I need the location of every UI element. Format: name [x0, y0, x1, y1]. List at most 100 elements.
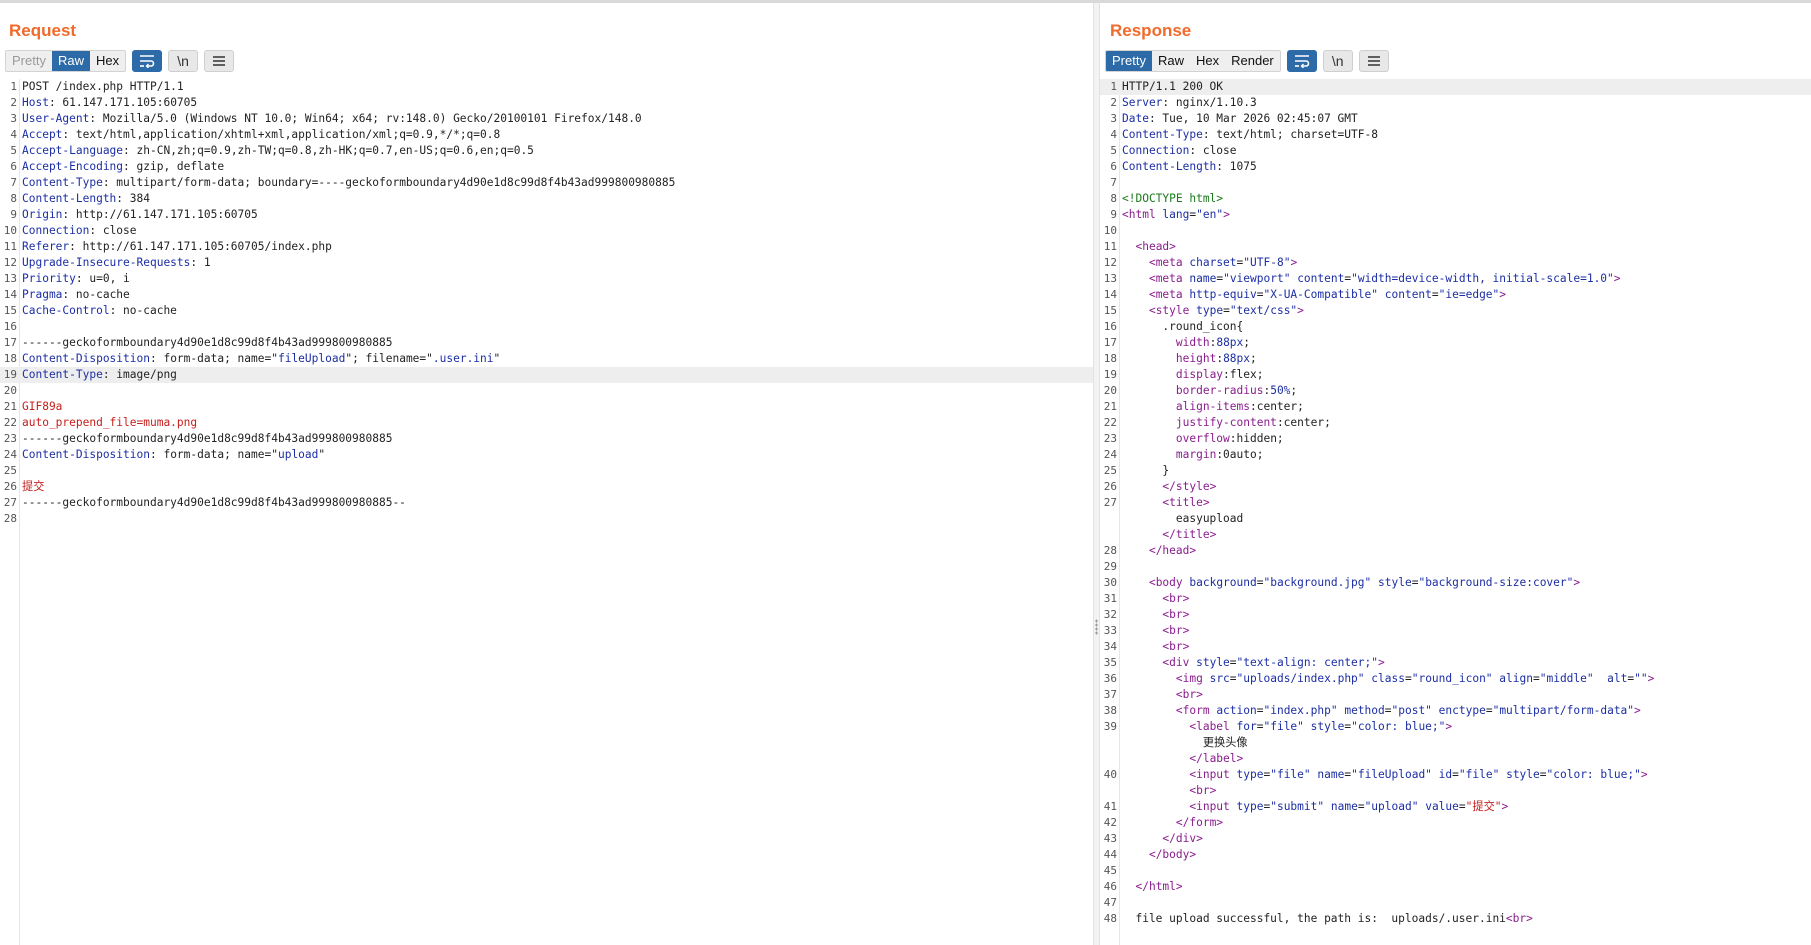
request-line[interactable]: 15 Cache-Control: no-cache — [0, 303, 1093, 319]
response-wrap-toggle[interactable] — [1286, 50, 1317, 72]
request-line[interactable]: 16 — [0, 319, 1093, 335]
request-line[interactable]: 24 Content-Disposition: form-data; name="… — [0, 447, 1093, 463]
response-line[interactable]: 17 width:88px; — [1100, 335, 1811, 351]
request-menu-button[interactable] — [204, 50, 235, 72]
response-line[interactable]: 11 <head> — [1100, 239, 1811, 255]
response-line[interactable]: 10 — [1100, 223, 1811, 239]
response-tab-raw[interactable]: Raw — [1151, 51, 1190, 71]
response-line[interactable]: 35 <div style="text-align: center;"> — [1100, 655, 1811, 671]
response-editor[interactable]: 1 HTTP/1.1 200 OK 2 Server: nginx/1.10.3 3 Da… — [1100, 79, 1811, 945]
response-line[interactable]: 34 <br> — [1100, 639, 1811, 655]
response-line[interactable]: 33 <br> — [1100, 623, 1811, 639]
request-tab-pretty[interactable]: Pretty — [6, 51, 52, 71]
response-line[interactable]: 41 <input type="submit" name="upload" va… — [1100, 799, 1811, 815]
response-line[interactable]: 6 Content-Length: 1075 — [1100, 159, 1811, 175]
response-line[interactable]: 40 <input type="file" name="fileUpload" … — [1100, 767, 1811, 783]
response-line[interactable]: 23 overflow:hidden; — [1100, 431, 1811, 447]
response-line[interactable]: 39 <label for="file" style="color: blue;… — [1100, 719, 1811, 735]
response-line[interactable]: 38 <form action="index.php" method="post… — [1100, 703, 1811, 719]
response-line[interactable]: 18 height:88px; — [1100, 351, 1811, 367]
response-line[interactable]: </title> — [1100, 527, 1811, 543]
request-line[interactable]: 21 GIF89a — [0, 399, 1093, 415]
response-line[interactable]: 43 </div> — [1100, 831, 1811, 847]
response-line[interactable]: 14 <meta http-equiv = "X-UA-Compatible" co… — [1100, 287, 1811, 303]
request-line[interactable]: 27 ------geckoformboundary4d90e1d8c99d8f4… — [0, 495, 1093, 511]
response-line[interactable]: 2 Server: nginx/1.10.3 — [1100, 95, 1811, 111]
response-line[interactable]: 28 </head> — [1100, 543, 1811, 559]
request-line[interactable]: 7 Content-Type: multipart/form-data; boun… — [0, 175, 1093, 191]
response-menu-button[interactable] — [1358, 50, 1389, 72]
response-line[interactable]: <br> — [1100, 783, 1811, 799]
request-line[interactable]: 11 Referer: http://61.147.171.105:60705/i… — [0, 239, 1093, 255]
response-line[interactable]: 42 </form> — [1100, 815, 1811, 831]
response-pane: Response Pretty Raw Hex Render \n 1 HTTP/… — [1100, 3, 1811, 945]
response-line[interactable]: 44 </body> — [1100, 847, 1811, 863]
pane-splitter[interactable] — [1093, 3, 1100, 945]
response-line[interactable]: 27 <title> — [1100, 495, 1811, 511]
request-line[interactable]: 23 ------geckoformboundary4d90e1d8c99d8f4… — [0, 431, 1093, 447]
request-line[interactable]: 14 Pragma: no-cache — [0, 287, 1093, 303]
request-line[interactable]: 9 Origin: http://61.147.171.105:60705 — [0, 207, 1093, 223]
request-line[interactable]: 25 — [0, 463, 1093, 479]
response-line[interactable]: 3 Date: Tue, 10 Mar 2026 02:45:07 GMT — [1100, 111, 1811, 127]
request-line[interactable]: 8 Content-Length: 384 — [0, 191, 1093, 207]
response-line[interactable]: 19 display:flex; — [1100, 367, 1811, 383]
response-line[interactable]: 48 file upload successful, the path is: … — [1100, 911, 1811, 927]
response-line[interactable]: 9 <html lang="en"> — [1100, 207, 1811, 223]
response-line[interactable]: 8 <!DOCTYPE html> — [1100, 191, 1811, 207]
response-line[interactable]: 22 justify-content:center; — [1100, 415, 1811, 431]
request-line[interactable]: 5 Accept-Language: zh-CN,zh;q=0.9,zh-TW;q… — [0, 143, 1093, 159]
response-line[interactable]: 32 <br> — [1100, 607, 1811, 623]
response-line[interactable]: 47 — [1100, 895, 1811, 911]
request-line[interactable]: 4 Accept: text/html,application/xhtml+xml… — [0, 127, 1093, 143]
response-line[interactable]: 4 Content-Type: text/html; charset=UTF-8 — [1100, 127, 1811, 143]
response-line[interactable]: 26 </style> — [1100, 479, 1811, 495]
response-tab-render[interactable]: Render — [1225, 51, 1280, 71]
request-tab-hex[interactable]: Hex — [89, 51, 126, 71]
request-line[interactable]: 28 — [0, 511, 1093, 527]
request-line[interactable]: 3 User-Agent: Mozilla/5.0 (Windows NT 10.… — [0, 111, 1093, 127]
request-editor[interactable]: 1 POST /index.php HTTP/1.1 2 Host: 61.147.1… — [0, 79, 1093, 945]
request-line[interactable]: 1 POST /index.php HTTP/1.1 — [0, 79, 1093, 95]
request-tab-raw[interactable]: Raw — [51, 51, 90, 71]
response-line[interactable]: 46 </html> — [1100, 879, 1811, 895]
request-newline-toggle[interactable]: \n — [168, 50, 199, 72]
response-line[interactable]: 更换头像 — [1100, 735, 1811, 751]
request-line[interactable]: 13 Priority: u=0, i — [0, 271, 1093, 287]
response-line[interactable]: 25 } — [1100, 463, 1811, 479]
splitter-grip-icon[interactable] — [1095, 619, 1098, 635]
request-line[interactable]: 17 ------geckoformboundary4d90e1d8c99d8f4… — [0, 335, 1093, 351]
request-line[interactable]: 12 Upgrade-Insecure-Requests: 1 — [0, 255, 1093, 271]
request-line[interactable]: 19 Content-Type: image/png — [0, 367, 1093, 383]
request-line[interactable]: 6 Accept-Encoding: gzip, deflate — [0, 159, 1093, 175]
response-line[interactable]: 24 margin:0auto; — [1100, 447, 1811, 463]
response-tab-pretty[interactable]: Pretty — [1106, 51, 1152, 71]
response-line[interactable]: 45 — [1100, 863, 1811, 879]
response-line[interactable]: 21 align-items:center; — [1100, 399, 1811, 415]
request-line[interactable]: 18 Content-Disposition: form-data; name="… — [0, 351, 1093, 367]
response-tab-hex[interactable]: Hex — [1189, 51, 1226, 71]
response-line[interactable]: 5 Connection: close — [1100, 143, 1811, 159]
response-line[interactable]: 13 <meta name="viewport" content="width=… — [1100, 271, 1811, 287]
response-line[interactable]: 29 — [1100, 559, 1811, 575]
response-line[interactable]: 31 <br> — [1100, 591, 1811, 607]
response-line[interactable]: 30 <body background="background.jpg" sty… — [1100, 575, 1811, 591]
line-number: 28 — [1103, 544, 1117, 557]
response-line[interactable]: 1 HTTP/1.1 200 OK — [1100, 79, 1811, 95]
response-line[interactable]: </label> — [1100, 751, 1811, 767]
response-line[interactable]: 20 border-radius:50%; — [1100, 383, 1811, 399]
response-line[interactable]: easyupload — [1100, 511, 1811, 527]
request-wrap-toggle[interactable] — [132, 50, 163, 72]
response-line[interactable]: 15 <style type="text/css"> — [1100, 303, 1811, 319]
request-line[interactable]: 2 Host: 61.147.171.105:60705 — [0, 95, 1093, 111]
request-line[interactable]: 20 — [0, 383, 1093, 399]
response-newline-toggle[interactable]: \n — [1322, 50, 1353, 72]
request-line[interactable]: 10 Connection: close — [0, 223, 1093, 239]
response-line[interactable]: 36 <img src="uploads/index.php" class="r… — [1100, 671, 1811, 687]
response-line[interactable]: 7 — [1100, 175, 1811, 191]
response-line[interactable]: 16 .round_icon{ — [1100, 319, 1811, 335]
response-line[interactable]: 37 <br> — [1100, 687, 1811, 703]
response-line[interactable]: 12 <meta charset="UTF-8"> — [1100, 255, 1811, 271]
request-line[interactable]: 26 提交 — [0, 479, 1093, 495]
request-line[interactable]: 22 auto_prepend_file=muma.png — [0, 415, 1093, 431]
